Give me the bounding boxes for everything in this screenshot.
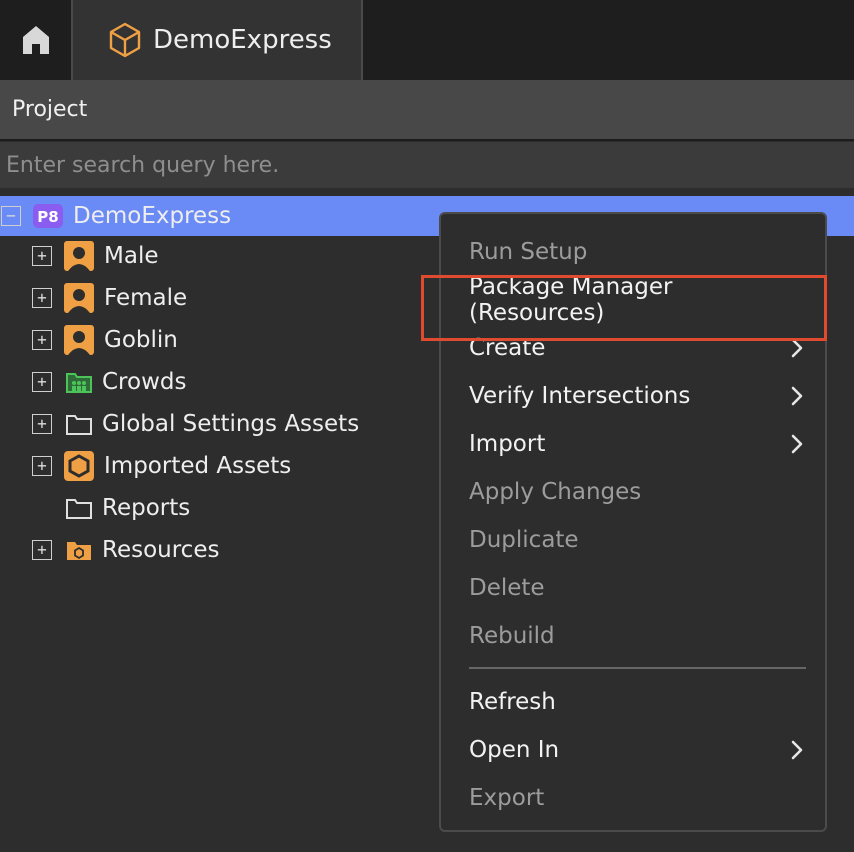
tree-item-imported-assets[interactable]: + Imported Assets (32, 446, 291, 486)
menu-item-label: Create (469, 335, 546, 361)
tree-item-label: DemoExpress (73, 203, 232, 229)
menu-item-label: Import (469, 431, 546, 457)
expand-toggle[interactable]: + (32, 330, 52, 350)
menu-item-label: Run Setup (469, 239, 588, 265)
panel-title-label: Project (12, 97, 88, 122)
menu-item-label: Apply Changes (469, 479, 642, 505)
folder-icon (66, 496, 92, 520)
home-icon (22, 26, 49, 54)
tree-item-male[interactable]: + Male (32, 236, 158, 276)
tree-item-crowds[interactable]: + Crowds (32, 362, 186, 402)
collapse-toggle[interactable]: − (1, 206, 21, 226)
menu-item-export[interactable]: Export (469, 778, 809, 818)
menu-item-label: Rebuild (469, 623, 555, 649)
tree-item-global-settings-assets[interactable]: + Global Settings Assets (32, 404, 359, 444)
home-button[interactable] (0, 0, 71, 80)
menu-item-delete[interactable]: Delete (469, 568, 809, 608)
menu-item-rebuild[interactable]: Rebuild (469, 616, 809, 656)
menu-item-package-manager[interactable]: Package Manager (Resources) (469, 274, 809, 326)
menu-item-label: Open In (469, 737, 560, 763)
tab-demoexpress[interactable]: DemoExpress (71, 0, 363, 80)
menu-item-apply-changes[interactable]: Apply Changes (469, 472, 809, 512)
menu-item-open-in[interactable]: Open In (469, 730, 809, 770)
tab-bar: DemoExpress (0, 0, 854, 80)
menu-item-refresh[interactable]: Refresh (469, 682, 809, 722)
tab-label: DemoExpress (153, 25, 332, 55)
menu-item-label: Export (469, 785, 545, 811)
chevron-right-icon (791, 740, 803, 760)
expand-toggle[interactable]: + (32, 414, 52, 434)
expand-toggle[interactable]: + (32, 372, 52, 392)
menu-item-run-setup[interactable]: Run Setup (469, 232, 809, 272)
tree-item-resources[interactable]: + Resources (32, 530, 219, 570)
panel-title: Project (0, 80, 854, 141)
tree-item-label: Imported Assets (104, 453, 292, 479)
tree-item-female[interactable]: + Female (32, 278, 187, 318)
tree-item-label: Male (104, 243, 159, 269)
menu-item-label: Package Manager (Resources) (469, 274, 673, 326)
chevron-right-icon (791, 338, 803, 358)
menu-separator (469, 667, 806, 669)
menu-item-duplicate[interactable]: Duplicate (469, 520, 809, 560)
search-bar (0, 142, 854, 188)
tree-item-label: Crowds (102, 369, 187, 395)
crowd-folder-icon (66, 370, 92, 394)
tree-item-label: Reports (102, 495, 191, 521)
expand-toggle[interactable]: + (32, 456, 52, 476)
chevron-right-icon (791, 434, 803, 454)
menu-item-label: Verify Intersections (469, 383, 691, 409)
tree-item-label: Global Settings Assets (102, 411, 360, 437)
person-icon (64, 325, 94, 355)
menu-item-verify-intersections[interactable]: Verify Intersections (469, 376, 809, 416)
expand-toggle[interactable]: + (32, 246, 52, 266)
folder-icon (66, 412, 92, 436)
person-icon (64, 241, 94, 271)
search-input[interactable] (6, 142, 854, 188)
hexagon-icon (64, 451, 94, 481)
person-icon (64, 283, 94, 313)
p8-logo-icon: P8 (33, 204, 63, 228)
tree-item-label: Goblin (104, 327, 178, 353)
menu-item-label: Duplicate (469, 527, 579, 553)
expand-toggle[interactable]: + (32, 288, 52, 308)
tree-item-label: Female (104, 285, 188, 311)
menu-item-import[interactable]: Import (469, 424, 809, 464)
cube-icon (109, 22, 141, 58)
menu-item-create[interactable]: Create (469, 328, 809, 368)
chevron-right-icon (791, 386, 803, 406)
svg-text:P8: P8 (37, 208, 58, 226)
tree-item-label: Resources (102, 537, 220, 563)
tree-item-goblin[interactable]: + Goblin (32, 320, 178, 360)
resource-folder-icon (66, 538, 92, 562)
tree-item-reports[interactable]: Reports (66, 488, 190, 528)
menu-item-label: Delete (469, 575, 545, 601)
context-menu: Run Setup Package Manager (Resources) Cr… (439, 212, 827, 832)
menu-item-label: Refresh (469, 689, 556, 715)
expand-toggle[interactable]: + (32, 540, 52, 560)
